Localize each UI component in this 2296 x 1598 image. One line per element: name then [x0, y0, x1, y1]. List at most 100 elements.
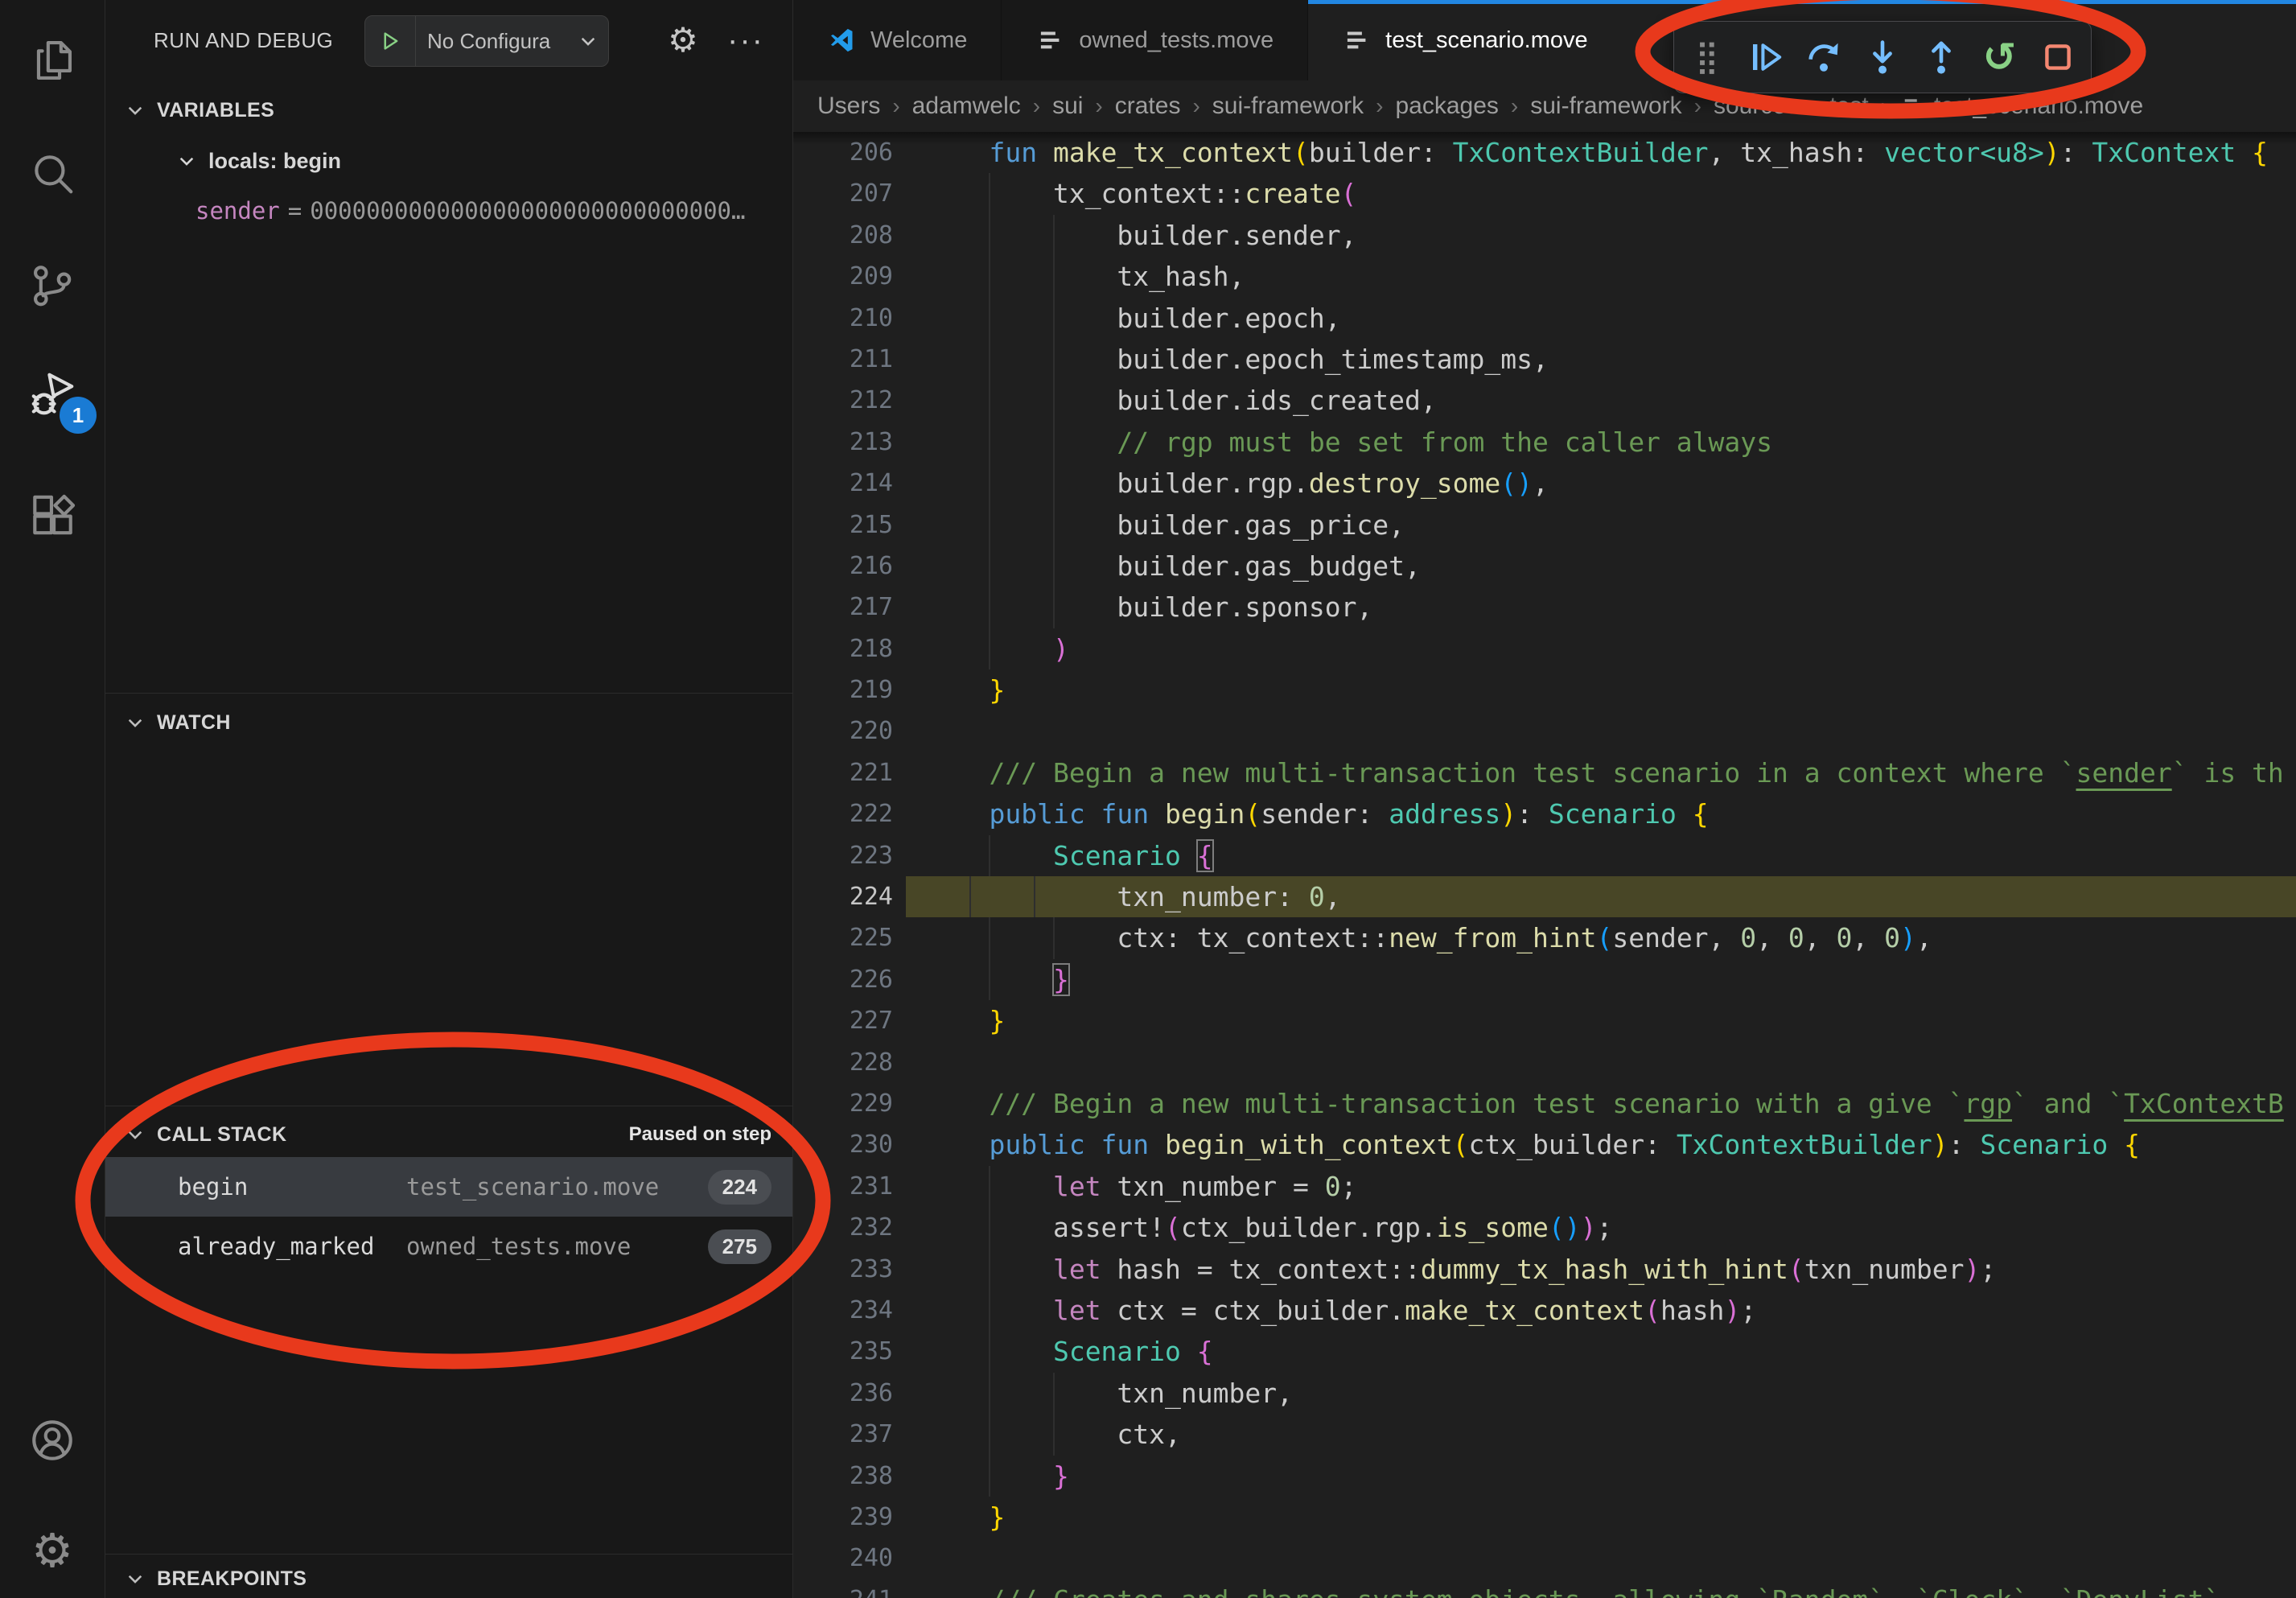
code-line-223[interactable]: 223 Scenario {	[793, 835, 2296, 876]
code-line-240[interactable]: 240	[793, 1538, 2296, 1579]
step-out-button[interactable]	[1915, 28, 1967, 86]
continue-button[interactable]	[1740, 28, 1792, 86]
indent-guide	[989, 1456, 990, 1497]
drag-handle[interactable]: ⣿	[1681, 28, 1733, 86]
call-stack-section-header[interactable]: CALL STACK Paused on step	[105, 1112, 792, 1157]
tab-owned_tests.move[interactable]: owned_tests.move	[1002, 0, 1308, 80]
indent-guide	[989, 1414, 990, 1455]
code-line-236[interactable]: 236 txn_number,	[793, 1373, 2296, 1414]
code-line-208[interactable]: 208 builder.sender,	[793, 215, 2296, 256]
activity-item-account[interactable]	[0, 1396, 105, 1485]
code-line-211[interactable]: 211 builder.epoch_timestamp_ms,	[793, 339, 2296, 380]
code-line-235[interactable]: 235 Scenario {	[793, 1331, 2296, 1372]
breadcrumb-file[interactable]: test_scenario.move	[1900, 93, 2143, 120]
activity-item-search[interactable]	[0, 129, 105, 217]
line-number: 241	[793, 1579, 893, 1598]
code-line-241[interactable]: 241 /// Creates and shares system object…	[793, 1579, 2296, 1598]
code-line-212[interactable]: 212 builder.ids_created,	[793, 380, 2296, 421]
code-line-224[interactable]: 224 txn_number: 0,	[793, 876, 2296, 917]
more-actions-icon[interactable]: ···	[722, 0, 770, 80]
code-line-219[interactable]: 219 }	[793, 669, 2296, 710]
line-number: 223	[793, 835, 893, 876]
code-line-214[interactable]: 214 builder.rgp.destroy_some(),	[793, 463, 2296, 504]
chevron-down-icon	[125, 712, 146, 733]
call-stack-frame-begin[interactable]: begin test_scenario.move 224	[105, 1157, 792, 1217]
breadcrumb-separator: ›	[1810, 93, 1817, 119]
line-number: 206	[793, 132, 893, 173]
breadcrumb-item[interactable]: sui	[1052, 93, 1083, 120]
code-editor[interactable]: 206 fun make_tx_context(builder: TxConte…	[793, 132, 2296, 1598]
activity-item-run-and-debug[interactable]: 1	[0, 350, 105, 439]
activity-item-source-control[interactable]	[0, 241, 105, 330]
code-line-209[interactable]: 209 tx_hash,	[793, 256, 2296, 297]
section-divider	[105, 693, 792, 694]
code-line-218[interactable]: 218 )	[793, 628, 2296, 669]
line-number: 220	[793, 710, 893, 752]
code-line-226[interactable]: 226 }	[793, 959, 2296, 1000]
breadcrumb-item[interactable]: packages	[1395, 93, 1498, 120]
code-line-215[interactable]: 215 builder.gas_price,	[793, 505, 2296, 546]
line-number: 216	[793, 546, 893, 587]
activity-item-extensions[interactable]	[0, 471, 105, 559]
start-debug-config-button[interactable]: No Configura	[364, 15, 609, 67]
breadcrumb-item[interactable]: sources	[1714, 93, 1798, 120]
step-into-button[interactable]	[1857, 28, 1908, 86]
code-line-239[interactable]: 239 }	[793, 1497, 2296, 1538]
tab-Welcome[interactable]: Welcome	[793, 0, 1002, 80]
step-out-icon	[1922, 38, 1961, 76]
restart-button[interactable]: ↺	[1974, 28, 2026, 86]
code-line-230[interactable]: 230 public fun begin_with_context(ctx_bu…	[793, 1124, 2296, 1165]
code-line-225[interactable]: 225 ctx: tx_context::new_from_hint(sende…	[793, 917, 2296, 958]
code-line-207[interactable]: 207 tx_context::create(	[793, 173, 2296, 214]
code-line-238[interactable]: 238 }	[793, 1456, 2296, 1497]
debug-settings-gear-icon[interactable]: ⚙	[662, 0, 704, 80]
breadcrumb-item[interactable]: crates	[1115, 93, 1181, 120]
code-line-210[interactable]: 210 builder.epoch,	[793, 298, 2296, 339]
code-line-233[interactable]: 233 let hash = tx_context::dummy_tx_hash…	[793, 1249, 2296, 1290]
indent-guide	[1053, 463, 1055, 504]
code-line-232[interactable]: 232 assert!(ctx_builder.rgp.is_some());	[793, 1207, 2296, 1248]
breakpoints-section-header[interactable]: BREAKPOINTS	[105, 1559, 792, 1598]
code-line-220[interactable]: 220	[793, 710, 2296, 752]
move-file-icon	[1900, 94, 1924, 118]
stop-button[interactable]	[2032, 28, 2084, 86]
debug-config-dropdown[interactable]: No Configura	[416, 29, 576, 54]
variable-sender-row[interactable]: sender = 000000000000000000000000000000…	[195, 190, 792, 232]
breadcrumb-item[interactable]: sui-framework	[1212, 93, 1364, 120]
indent-guide	[1053, 1373, 1055, 1414]
watch-section-header[interactable]: WATCH	[105, 698, 792, 747]
indent-guide	[989, 587, 990, 628]
paused-status-badge: Paused on step	[629, 1123, 772, 1146]
line-number: 240	[793, 1538, 893, 1579]
start-debugging-button[interactable]	[365, 16, 416, 66]
code-line-237[interactable]: 237 ctx,	[793, 1414, 2296, 1455]
breadcrumb-item[interactable]: Users	[817, 93, 880, 120]
variables-scope-locals[interactable]: locals: begin	[176, 138, 341, 183]
activity-item-settings[interactable]: ⚙	[0, 1507, 105, 1596]
frame-file: test_scenario.move	[406, 1173, 659, 1201]
code-line-206[interactable]: 206 fun make_tx_context(builder: TxConte…	[793, 132, 2296, 173]
frame-name: already_marked	[178, 1233, 374, 1260]
code-line-227[interactable]: 227 }	[793, 1000, 2296, 1041]
step-over-button[interactable]	[1798, 28, 1850, 86]
code-line-217[interactable]: 217 builder.sponsor,	[793, 587, 2296, 628]
variables-section-header[interactable]: VARIABLES	[105, 87, 792, 134]
breadcrumb-item[interactable]: sui-framework	[1530, 93, 1681, 120]
breadcrumb-separator: ›	[1095, 93, 1102, 119]
breadcrumb-item[interactable]: adamwelc	[912, 93, 1021, 120]
indent-guide	[989, 546, 990, 587]
code-line-216[interactable]: 216 builder.gas_budget,	[793, 546, 2296, 587]
code-line-222[interactable]: 222 public fun begin(sender: address): S…	[793, 793, 2296, 834]
activity-item-explorer[interactable]	[0, 16, 105, 105]
code-line-229[interactable]: 229 /// Begin a new multi-transaction te…	[793, 1083, 2296, 1124]
code-line-213[interactable]: 213 // rgp must be set from the caller a…	[793, 422, 2296, 463]
code-line-221[interactable]: 221 /// Begin a new multi-transaction te…	[793, 752, 2296, 793]
code-line-228[interactable]: 228	[793, 1042, 2296, 1083]
code-line-231[interactable]: 231 let txn_number = 0;	[793, 1166, 2296, 1207]
step-into-icon	[1863, 38, 1902, 76]
code-line-234[interactable]: 234 let ctx = ctx_builder.make_tx_contex…	[793, 1290, 2296, 1331]
breadcrumb-separator: ›	[1881, 93, 1888, 119]
editor-group: Welcome owned_tests.move test_scenario.m…	[793, 0, 2296, 1598]
call-stack-frame-already_marked[interactable]: already_marked owned_tests.move 275	[105, 1217, 792, 1276]
breadcrumb-item[interactable]: test	[1829, 93, 1868, 120]
